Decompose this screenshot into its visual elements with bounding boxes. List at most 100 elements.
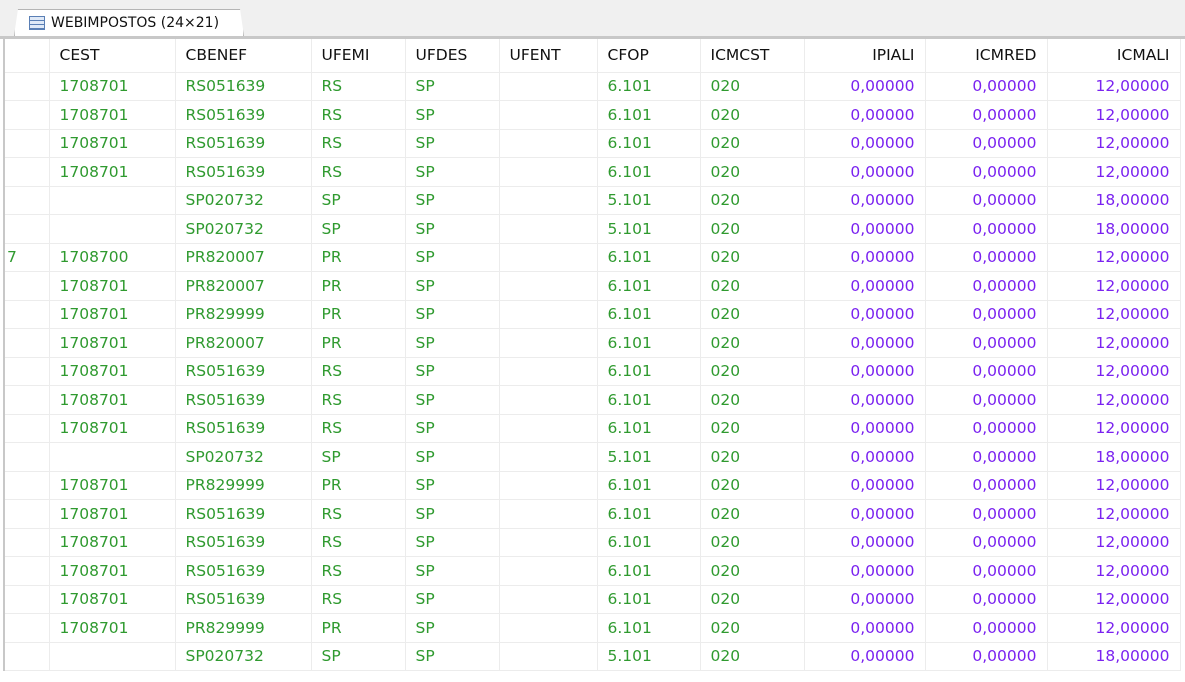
table-row[interactable]: 1708701 RS051639 RS SP 6.101 020 0,00000 0,0000… [5,72,1181,101]
cell-cfop[interactable]: 6.101 [597,243,701,272]
cell-cfop[interactable]: 6.101 [597,271,701,301]
column-header-ufemi[interactable]: UFEMI [311,39,406,73]
cell-cbenef[interactable]: RS051639 [175,357,312,386]
cell-cest[interactable] [49,186,176,215]
column-header-icmcst[interactable]: ICMCST [700,39,805,73]
cell-cest[interactable]: 1708701 [49,585,176,614]
cell-ufemi[interactable]: RS [311,499,406,529]
cell-ufdes[interactable]: SP [405,186,500,215]
cell-ufemi[interactable]: RS [311,72,406,101]
cell-cfop[interactable]: 6.101 [597,100,701,130]
column-header-cfop[interactable]: CFOP [597,39,701,73]
cell-ipiali[interactable]: 0,00000 [804,300,926,329]
cell-icmali[interactable]: 12,00000 [1047,129,1181,158]
cell-ufdes[interactable]: SP [405,613,500,643]
cell-ufemi[interactable]: RS [311,385,406,415]
row-indicator[interactable] [5,642,50,671]
cell-ipiali[interactable]: 0,00000 [804,129,926,158]
cell-cbenef[interactable]: PR820007 [175,271,312,301]
cell-ufdes[interactable]: SP [405,385,500,415]
cell-cfop[interactable]: 6.101 [597,613,701,643]
cell-ufdes[interactable]: SP [405,585,500,614]
row-indicator[interactable] [5,357,50,386]
cell-ipiali[interactable]: 0,00000 [804,214,926,244]
cell-ufemi[interactable]: RS [311,585,406,614]
cell-cest[interactable]: 1708701 [49,471,176,500]
cell-cbenef[interactable]: PR829999 [175,613,312,643]
cell-icmred[interactable]: 0,00000 [925,471,1048,500]
cell-icmred[interactable]: 0,00000 [925,328,1048,358]
cell-ufemi[interactable]: PR [311,328,406,358]
column-header-icmali[interactable]: ICMALI [1047,39,1181,73]
cell-icmcst[interactable]: 020 [700,186,805,215]
table-row[interactable]: 1708701 PR820007 PR SP 6.101 020 0,00000 0,0000… [5,271,1181,301]
cell-icmali[interactable]: 12,00000 [1047,100,1181,130]
cell-ufdes[interactable]: SP [405,271,500,301]
cell-cfop[interactable]: 6.101 [597,471,701,500]
cell-cbenef[interactable]: RS051639 [175,157,312,187]
cell-cbenef[interactable]: PR829999 [175,300,312,329]
cell-ufemi[interactable]: PR [311,300,406,329]
cell-ufdes[interactable]: SP [405,357,500,386]
cell-cfop[interactable]: 6.101 [597,157,701,187]
row-indicator[interactable] [5,528,50,557]
cell-icmcst[interactable]: 020 [700,100,805,130]
cell-ufent[interactable] [499,585,598,614]
cell-cest[interactable]: 1708701 [49,613,176,643]
cell-cbenef[interactable]: PR820007 [175,243,312,272]
cell-icmcst[interactable]: 020 [700,129,805,158]
cell-ufdes[interactable]: SP [405,642,500,671]
row-indicator[interactable] [5,157,50,187]
cell-cfop[interactable]: 6.101 [597,129,701,158]
cell-cfop[interactable]: 6.101 [597,72,701,101]
cell-icmcst[interactable]: 020 [700,385,805,415]
row-indicator[interactable] [5,129,50,158]
cell-cbenef[interactable]: SP020732 [175,642,312,671]
cell-ufent[interactable] [499,442,598,472]
cell-icmcst[interactable]: 020 [700,556,805,586]
cell-ipiali[interactable]: 0,00000 [804,442,926,472]
cell-icmcst[interactable]: 020 [700,72,805,101]
cell-icmred[interactable]: 0,00000 [925,585,1048,614]
cell-ipiali[interactable]: 0,00000 [804,357,926,386]
cell-icmcst[interactable]: 020 [700,442,805,472]
cell-icmcst[interactable]: 020 [700,642,805,671]
cell-icmred[interactable]: 0,00000 [925,556,1048,586]
row-indicator[interactable] [5,385,50,415]
cell-ufemi[interactable]: RS [311,414,406,443]
column-header-icmred[interactable]: ICMRED [925,39,1048,73]
cell-ufent[interactable] [499,214,598,244]
cell-cfop[interactable]: 5.101 [597,186,701,215]
cell-ufdes[interactable]: SP [405,328,500,358]
cell-cfop[interactable]: 6.101 [597,414,701,443]
cell-ufdes[interactable]: SP [405,214,500,244]
cell-cest[interactable]: 1708701 [49,414,176,443]
table-row[interactable]: SP020732 SP SP 5.101 020 0,00000 0,00000 18,000… [5,214,1181,244]
cell-icmali[interactable]: 12,00000 [1047,471,1181,500]
cell-ufdes[interactable]: SP [405,556,500,586]
cell-cfop[interactable]: 6.101 [597,300,701,329]
cell-cbenef[interactable]: RS051639 [175,414,312,443]
row-indicator[interactable] [5,556,50,586]
cell-cfop[interactable]: 6.101 [597,499,701,529]
cell-icmcst[interactable]: 020 [700,271,805,301]
cell-ufent[interactable] [499,385,598,415]
row-indicator[interactable] [5,414,50,443]
row-indicator[interactable] [5,72,50,101]
cell-ipiali[interactable]: 0,00000 [804,271,926,301]
cell-cbenef[interactable]: RS051639 [175,585,312,614]
row-indicator[interactable] [5,613,50,643]
cell-icmred[interactable]: 0,00000 [925,613,1048,643]
cell-cest[interactable]: 1708701 [49,556,176,586]
column-header-cbenef[interactable]: CBENEF [175,39,312,73]
cell-ufemi[interactable]: SP [311,214,406,244]
cell-cest[interactable]: 1708701 [49,72,176,101]
cell-cfop[interactable]: 6.101 [597,585,701,614]
cell-icmred[interactable]: 0,00000 [925,243,1048,272]
cell-cbenef[interactable]: SP020732 [175,442,312,472]
cell-ufent[interactable] [499,556,598,586]
table-row[interactable]: 1708701 RS051639 RS SP 6.101 020 0,00000 0,0000… [5,385,1181,415]
cell-icmcst[interactable]: 020 [700,243,805,272]
cell-icmred[interactable]: 0,00000 [925,271,1048,301]
row-indicator[interactable] [5,585,50,614]
